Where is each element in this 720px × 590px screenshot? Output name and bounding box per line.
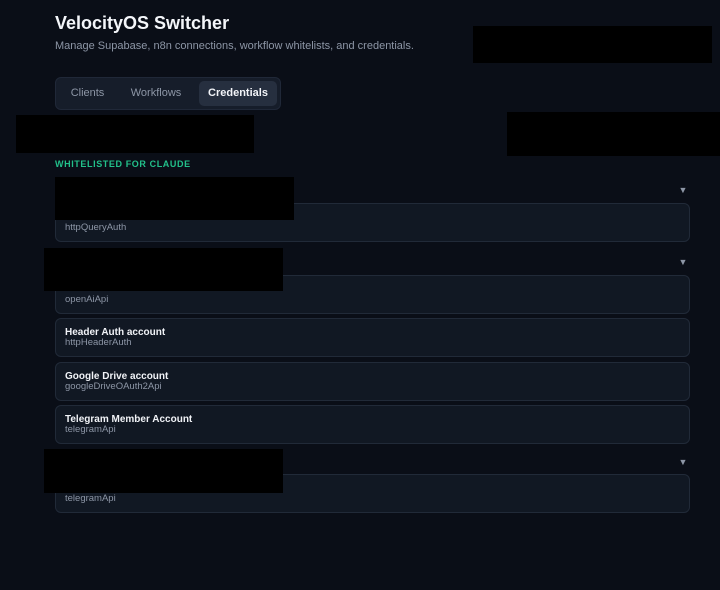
- credential-type: telegramApi: [65, 424, 116, 435]
- credential-type: openAiApi: [65, 294, 109, 305]
- credential-card[interactable]: Telegram Member Account telegramApi: [55, 405, 690, 444]
- tab-credentials[interactable]: Credentials: [199, 81, 277, 106]
- tab-bar: Clients Workflows Credentials: [55, 77, 281, 110]
- chevron-down-icon[interactable]: ▼: [676, 185, 690, 197]
- credential-type: telegramApi: [65, 493, 116, 504]
- credential-card[interactable]: Google Drive account googleDriveOAuth2Ap…: [55, 362, 690, 401]
- chevron-down-icon[interactable]: ▼: [676, 257, 690, 269]
- redacted-block: [507, 112, 720, 156]
- tab-clients[interactable]: Clients: [60, 81, 115, 106]
- tab-workflows[interactable]: Workflows: [122, 81, 190, 106]
- credential-type: httpQueryAuth: [65, 222, 127, 233]
- chevron-down-icon[interactable]: ▼: [676, 457, 690, 469]
- credential-type: httpHeaderAuth: [65, 337, 132, 348]
- credential-type: googleDriveOAuth2Api: [65, 381, 162, 392]
- credential-card[interactable]: Header Auth account httpHeaderAuth: [55, 318, 690, 357]
- redacted-block: [16, 115, 254, 153]
- app-subtitle: Manage Supabase, n8n connections, workfl…: [55, 40, 414, 52]
- redacted-block: [55, 177, 294, 220]
- redacted-block: [44, 449, 283, 493]
- redacted-block: [44, 248, 283, 291]
- redacted-block: [473, 26, 712, 63]
- section-label-whitelisted: WHITELISTED FOR CLAUDE: [55, 159, 191, 169]
- app-title: VelocityOS Switcher: [55, 13, 230, 33]
- app-page: VelocityOS Switcher Manage Supabase, n8n…: [0, 0, 720, 590]
